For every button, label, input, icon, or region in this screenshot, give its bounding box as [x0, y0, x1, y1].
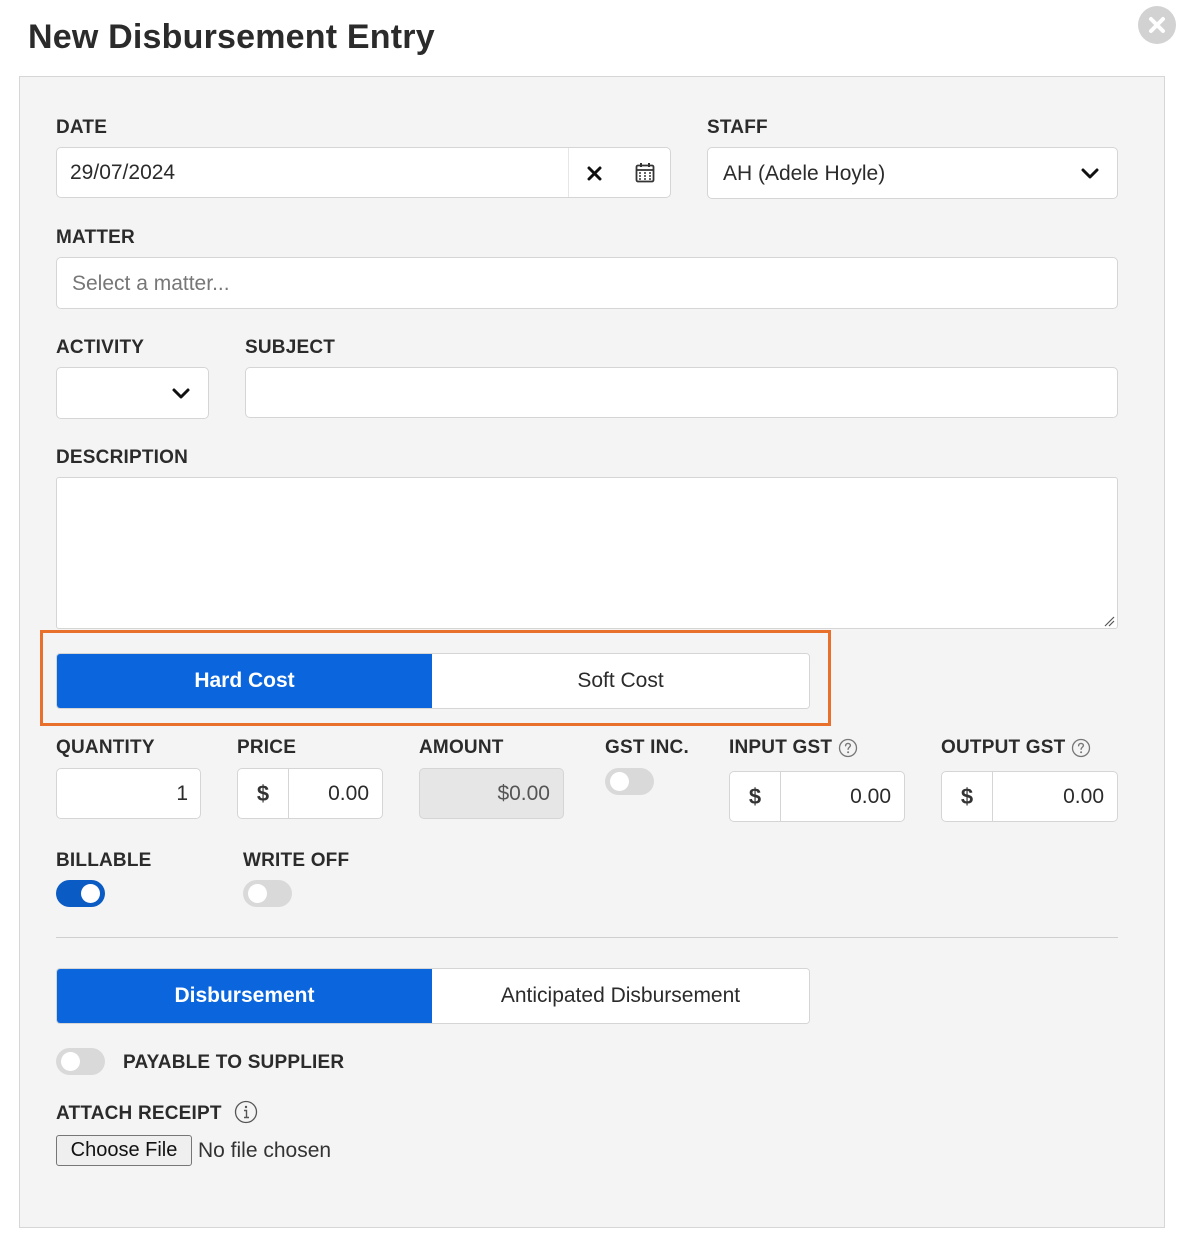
soft-cost-button[interactable]: Soft Cost: [432, 654, 809, 708]
matter-field[interactable]: Select a matter...: [56, 257, 1118, 309]
quantity-label: QUANTITY: [56, 737, 155, 758]
info-icon[interactable]: [234, 1100, 258, 1124]
input-gst-label-text: INPUT GST: [729, 737, 833, 758]
disbursement-button[interactable]: Disbursement: [57, 969, 432, 1023]
matter-placeholder: Select a matter...: [72, 272, 230, 295]
help-icon[interactable]: [1071, 738, 1091, 758]
quantity-input[interactable]: 1: [56, 768, 201, 819]
amount-value: $0.00: [497, 782, 550, 805]
output-gst-value: 0.00: [1063, 785, 1104, 808]
toggle-knob: [610, 772, 629, 791]
attach-receipt-label-text: ATTACH RECEIPT: [56, 1103, 222, 1124]
input-gst-input[interactable]: $ 0.00: [729, 771, 905, 822]
gst-inc-toggle[interactable]: [605, 768, 654, 795]
entry-type-toggle[interactable]: Disbursement Anticipated Disbursement: [56, 968, 810, 1024]
write-off-label: WRITE OFF: [243, 850, 350, 871]
activity-label: ACTIVITY: [56, 337, 145, 358]
gst-inc-label: GST INC.: [605, 737, 689, 758]
calendar-icon[interactable]: [635, 162, 655, 183]
subject-input[interactable]: [245, 367, 1118, 418]
x-icon[interactable]: [587, 166, 602, 181]
billable-toggle[interactable]: [56, 880, 105, 907]
date-separator: [568, 148, 569, 197]
staff-value: AH (Adele Hoyle): [723, 162, 886, 185]
resize-handle-icon[interactable]: [1103, 615, 1115, 627]
date-field[interactable]: 29/07/2024: [56, 147, 671, 198]
cost-type-toggle[interactable]: Hard Cost Soft Cost: [56, 653, 810, 709]
subject-label: SUBJECT: [245, 337, 336, 358]
amount-label: AMOUNT: [419, 737, 504, 758]
anticipated-disbursement-button[interactable]: Anticipated Disbursement: [432, 969, 809, 1023]
close-circle-icon: [1149, 17, 1165, 33]
price-label: PRICE: [237, 737, 297, 758]
amount-field: $0.00: [419, 768, 564, 819]
quantity-value: 1: [176, 782, 188, 805]
output-gst-label: OUTPUT GST: [941, 737, 1091, 759]
output-gst-currency: $: [942, 772, 993, 821]
payable-to-supplier-label: PAYABLE TO SUPPLIER: [123, 1052, 345, 1073]
close-button[interactable]: [1138, 6, 1176, 44]
output-gst-input[interactable]: $ 0.00: [941, 771, 1118, 822]
chevron-down-icon: [172, 388, 190, 399]
file-status: No file chosen: [198, 1139, 332, 1162]
help-icon[interactable]: [838, 738, 858, 758]
staff-select[interactable]: AH (Adele Hoyle): [707, 147, 1118, 199]
toggle-knob: [81, 884, 100, 903]
input-gst-value: 0.00: [850, 785, 891, 808]
input-gst-label: INPUT GST: [729, 737, 858, 759]
toggle-knob: [61, 1052, 80, 1071]
section-divider: [56, 937, 1118, 938]
choose-file-button[interactable]: Choose File: [56, 1135, 192, 1166]
matter-label: MATTER: [56, 227, 135, 248]
hard-cost-button[interactable]: Hard Cost: [57, 654, 432, 708]
billable-label: BILLABLE: [56, 850, 152, 871]
output-gst-label-text: OUTPUT GST: [941, 737, 1066, 758]
dialog-title: New Disbursement Entry: [28, 18, 435, 56]
write-off-toggle[interactable]: [243, 880, 292, 907]
description-textarea[interactable]: [56, 477, 1118, 629]
staff-label: STAFF: [707, 117, 768, 138]
activity-select[interactable]: [56, 367, 209, 419]
chevron-down-icon: [1081, 168, 1099, 179]
input-gst-currency: $: [730, 772, 781, 821]
date-value: 29/07/2024: [70, 161, 176, 184]
payable-to-supplier-toggle[interactable]: [56, 1048, 105, 1075]
price-currency: $: [238, 769, 289, 818]
price-value: 0.00: [328, 782, 369, 805]
price-input[interactable]: $ 0.00: [237, 768, 383, 819]
description-label: DESCRIPTION: [56, 447, 189, 468]
attach-receipt-label: ATTACH RECEIPT: [56, 1100, 258, 1125]
date-label: DATE: [56, 117, 108, 138]
toggle-knob: [248, 884, 267, 903]
